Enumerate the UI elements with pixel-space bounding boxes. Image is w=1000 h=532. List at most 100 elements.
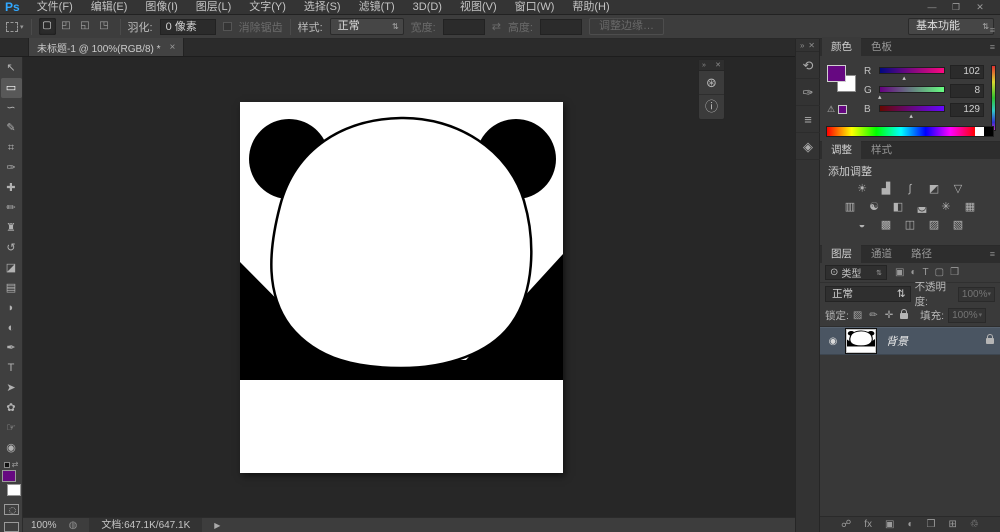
background-color-swatch[interactable] [7, 484, 21, 496]
foreground-color-swatch[interactable] [2, 470, 16, 482]
menu-item[interactable]: 图层(L) [187, 0, 240, 15]
screen-mode-icon[interactable] [4, 522, 19, 532]
tab-adjustments[interactable]: 调整 [822, 140, 861, 159]
slider-track[interactable] [879, 86, 945, 93]
default-colors-icon[interactable] [4, 462, 10, 468]
character-icon[interactable]: ≡ [796, 106, 820, 133]
custom-shape-tool[interactable]: ✿ [1, 398, 22, 418]
new-layer-icon[interactable]: ⊞ [949, 519, 957, 530]
eraser-tool[interactable]: ◪ [1, 258, 22, 278]
collapse-icon[interactable]: » [800, 41, 804, 50]
gamut-swatch[interactable] [838, 105, 847, 114]
channel-slider[interactable]: ▴ [879, 104, 945, 116]
refine-edge-button[interactable]: 调整边缘… [589, 18, 664, 35]
history-icon[interactable]: ⟲ [796, 52, 820, 79]
blur-tool[interactable]: ◗ [1, 298, 22, 318]
color-balance-icon[interactable]: ☯ [867, 201, 882, 214]
layer-filter-dropdown[interactable]: ⊙ 类型 ⇅ [825, 265, 887, 280]
layer-group-icon[interactable]: ❒ [927, 519, 936, 530]
posterize-icon[interactable]: ▩ [879, 219, 894, 232]
antialias-checkbox[interactable] [223, 22, 232, 31]
filter-pixel-icon[interactable]: ▣ [895, 267, 904, 278]
brush-presets-icon[interactable]: ✑ [796, 79, 820, 106]
crop-tool[interactable]: ⌗ [1, 138, 22, 158]
brightness-contrast-icon[interactable]: ☀ [855, 183, 870, 196]
hue-saturation-icon[interactable]: ▥ [843, 201, 858, 214]
menu-item[interactable]: 文字(Y) [240, 0, 295, 15]
layer-style-icon[interactable]: fx [864, 519, 872, 530]
color-lookup-icon[interactable]: ▦ [963, 201, 978, 214]
dodge-tool[interactable]: ◐ [1, 318, 22, 338]
tab-swatches[interactable]: 色板 [862, 37, 901, 56]
lock-pixels-icon[interactable]: ✏ [869, 310, 877, 321]
foreground-color-swatch[interactable] [827, 65, 846, 82]
menu-item[interactable]: 滤镜(T) [350, 0, 404, 15]
vibrance-icon[interactable]: ▽ [951, 183, 966, 196]
pen-tool[interactable]: ✒ [1, 338, 22, 358]
slider-track[interactable] [879, 105, 945, 112]
status-menu-arrow-icon[interactable]: ▶ [214, 521, 220, 530]
channel-slider[interactable]: ▴ [879, 66, 945, 78]
filter-shape-icon[interactable]: ▢ [935, 267, 944, 278]
document-size-info[interactable]: 文档:647.1K/647.1K [89, 518, 202, 532]
exposure-icon[interactable]: ◩ [927, 183, 942, 196]
width-input[interactable] [443, 19, 485, 35]
fill-input[interactable]: 100% ▾ [948, 308, 986, 323]
menu-item[interactable]: 文件(F) [28, 0, 82, 15]
panel-menu-icon[interactable]: ≡ [990, 249, 995, 259]
black-white-icon[interactable]: ◧ [891, 201, 906, 214]
tab-layers[interactable]: 图层 [822, 244, 861, 263]
close-icon[interactable]: ✕ [715, 61, 721, 69]
tool-preset-picker[interactable]: ▾ [6, 22, 24, 32]
hue-ramp[interactable] [991, 65, 996, 131]
channel-value[interactable]: 129 [950, 103, 984, 117]
feather-input[interactable]: 0 像素 [160, 19, 216, 35]
collapse-icon[interactable]: » [702, 62, 706, 69]
delete-layer-icon[interactable]: ♲ [970, 519, 979, 530]
tab-channels[interactable]: 通道 [862, 244, 901, 263]
gradient-tool[interactable]: ▤ [1, 278, 22, 298]
curves-icon[interactable]: ∫ [903, 183, 918, 196]
move-tool[interactable]: ↖ [1, 58, 22, 78]
lasso-tool[interactable]: ∽ [1, 98, 22, 118]
3d-icon[interactable]: ◈ [796, 133, 820, 160]
menu-item[interactable]: 图像(I) [136, 0, 186, 15]
photo-filter-icon[interactable]: ◛ [915, 201, 930, 214]
levels-icon[interactable]: ▟ [879, 183, 894, 196]
workspace-picker[interactable]: 基本功能 ⇅ [908, 18, 994, 35]
lock-position-icon[interactable]: ✛ [885, 310, 893, 321]
spectrum-white[interactable] [975, 127, 984, 136]
quick-selection-tool[interactable]: ✎ [1, 118, 22, 138]
path-selection-tool[interactable]: ➤ [1, 378, 22, 398]
history-brush-tool[interactable]: ↺ [1, 238, 22, 258]
tab-color[interactable]: 颜色 [822, 37, 861, 56]
swap-dimensions-icon[interactable]: ⇄ [492, 20, 501, 33]
menu-item[interactable]: 窗口(W) [506, 0, 564, 15]
new-selection-icon[interactable]: ▢ [39, 18, 56, 35]
zoom-tool[interactable]: ◉ [1, 438, 22, 458]
panel-menu-icon[interactable]: ≡ [990, 25, 995, 35]
document-tab[interactable]: 未标题-1 @ 100%(RGB/8) * × [28, 38, 184, 56]
slider-thumb[interactable]: ▴ [909, 112, 913, 120]
menu-item[interactable]: 编辑(E) [82, 0, 137, 15]
selective-color-icon[interactable]: ▧ [951, 219, 966, 232]
spectrum-black[interactable] [984, 127, 993, 136]
eyedropper-tool[interactable]: ✑ [1, 158, 22, 178]
layer-thumbnail[interactable] [846, 329, 876, 353]
filter-adjustment-icon[interactable]: ◐ [910, 267, 916, 278]
spectrum-gradient[interactable] [827, 127, 975, 136]
layer-row-background[interactable]: ◉ 背景 [820, 327, 1000, 355]
channel-slider[interactable]: ▴ [879, 85, 945, 97]
type-tool[interactable]: T [1, 358, 22, 378]
close-tab-icon[interactable]: × [170, 42, 176, 53]
close-icon[interactable]: ✕ [808, 41, 815, 50]
document-canvas[interactable] [240, 102, 563, 473]
filter-type-icon[interactable]: T [923, 267, 929, 278]
channel-value[interactable]: 8 [950, 84, 984, 98]
style-dropdown[interactable]: 正常 ⇅ [330, 18, 404, 35]
blend-mode-dropdown[interactable]: 正常 ⇅ [825, 286, 911, 302]
swap-colors-icon[interactable]: ⇄ [12, 460, 19, 469]
invert-icon[interactable]: ◒ [855, 219, 870, 232]
info-icon[interactable]: ⓘ [699, 95, 724, 119]
tab-styles[interactable]: 样式 [862, 140, 901, 159]
